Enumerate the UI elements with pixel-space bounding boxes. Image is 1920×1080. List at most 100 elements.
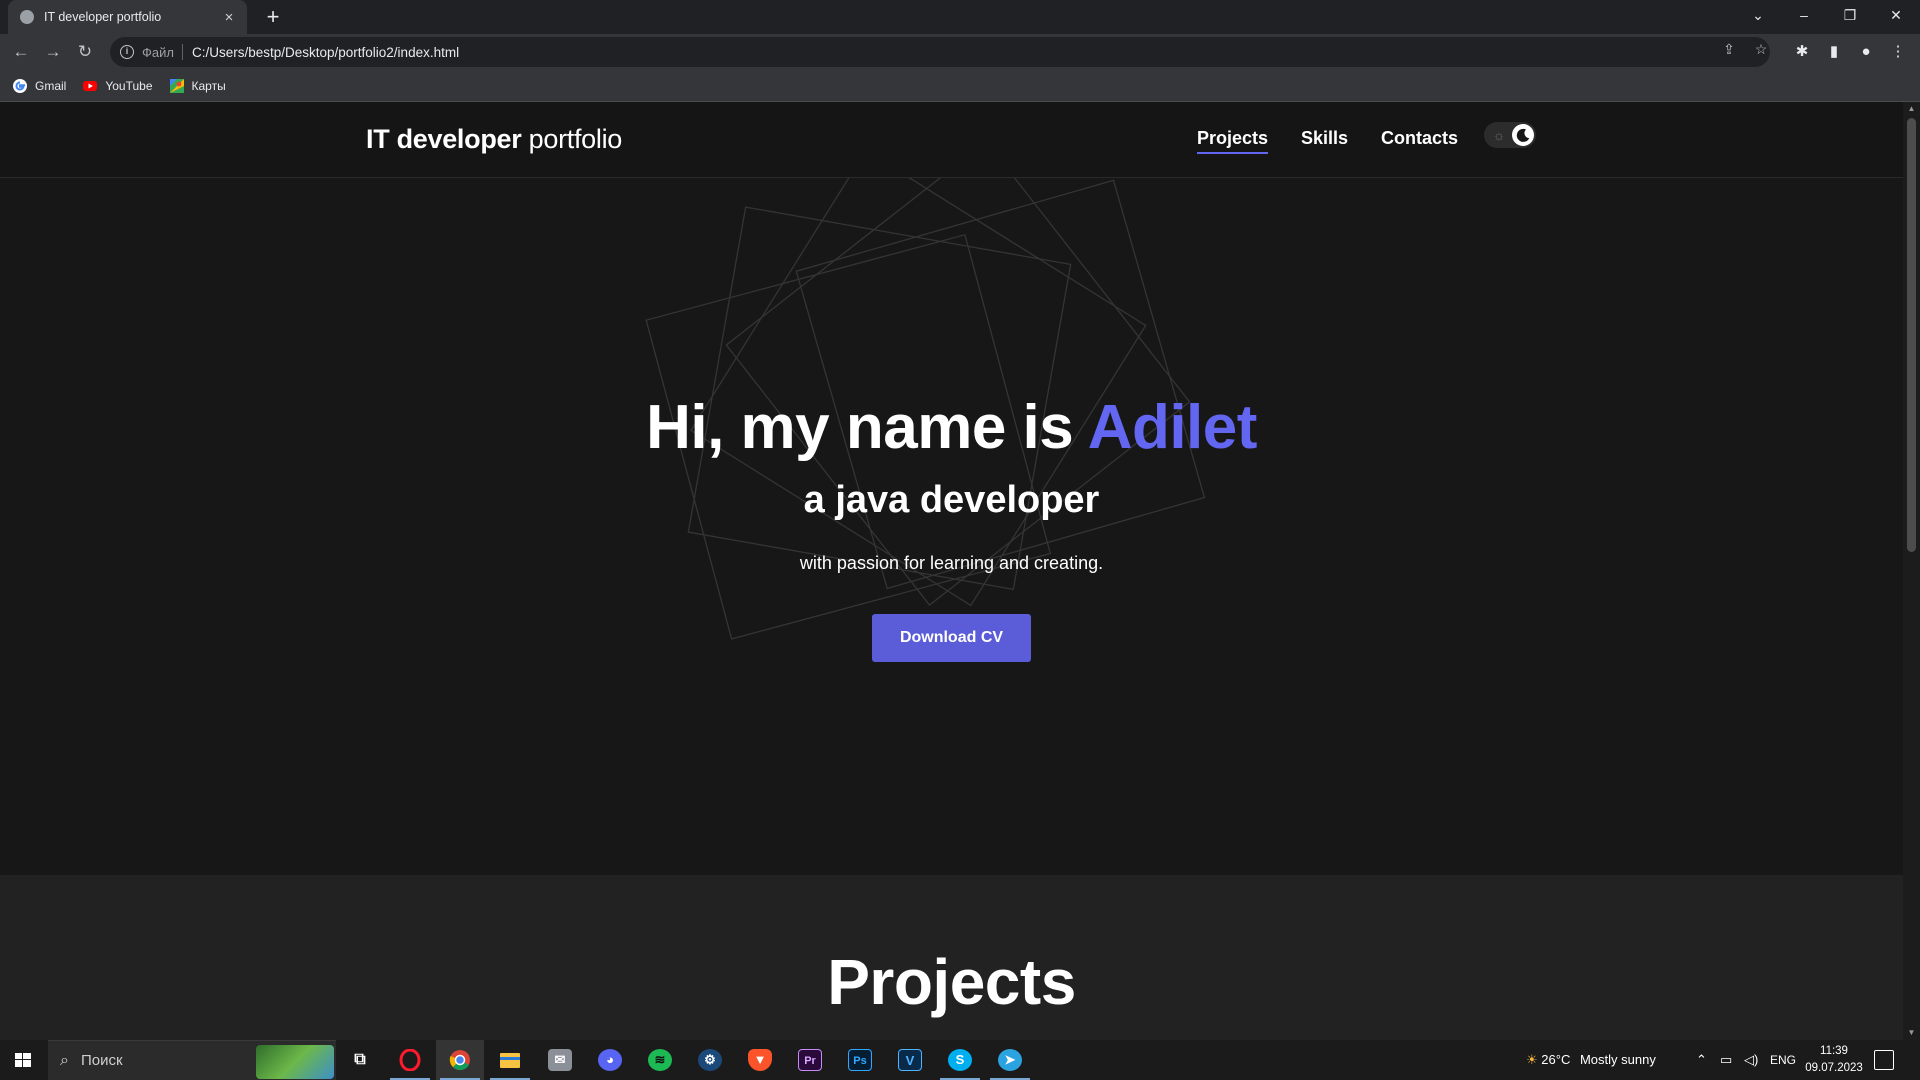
- hero-subtitle: a java developer: [803, 479, 1100, 521]
- premiere-icon: Pr: [798, 1049, 822, 1071]
- site-header: IT developer portfolio Projects Skills C…: [0, 102, 1903, 178]
- taskbar-vegas[interactable]: V: [886, 1040, 934, 1080]
- skype-icon: S: [948, 1049, 972, 1071]
- weather-widget[interactable]: ☀ 26°C Mostly sunny: [1526, 1040, 1656, 1080]
- decorative-squares: [645, 178, 1206, 640]
- nav-projects[interactable]: Projects: [1197, 128, 1269, 154]
- network-icon[interactable]: ▭: [1720, 1040, 1732, 1080]
- hero-title: Hi, my name is Adilet: [0, 392, 1903, 463]
- file-scheme-label: Файл: [142, 44, 174, 60]
- scroll-down-icon[interactable]: ▼: [1903, 1026, 1920, 1040]
- taskbar-steam[interactable]: ⚙: [686, 1040, 734, 1080]
- page-viewport: IT developer portfolio Projects Skills C…: [0, 102, 1903, 1040]
- browser-toolbar: ← → ↻ i Файл C:/Users/bestp/Desktop/port…: [0, 34, 1920, 70]
- windows-start-button[interactable]: [0, 1040, 46, 1080]
- restore-button[interactable]: ❐: [1828, 0, 1872, 30]
- maps-icon: [169, 78, 185, 94]
- sun-icon: ☼: [1492, 127, 1506, 143]
- address-bar[interactable]: i Файл C:/Users/bestp/Desktop/portfolio2…: [110, 37, 1770, 67]
- site-logo[interactable]: IT developer portfolio: [366, 124, 622, 155]
- steam-icon: ⚙: [698, 1049, 722, 1071]
- taskbar-brave[interactable]: ▼: [736, 1040, 784, 1080]
- reload-button[interactable]: ↻: [74, 41, 96, 63]
- download-cv-button[interactable]: Download CV: [872, 614, 1031, 662]
- windows-icon: [15, 1053, 31, 1067]
- logo-light-text: portfolio: [528, 124, 623, 154]
- globe-icon: [20, 10, 34, 24]
- folder-icon: [498, 1049, 522, 1071]
- browser-tab-strip: IT developer portfolio × + ⌄ – ❐ ✕: [0, 0, 1920, 34]
- weather-icon: ☀: [1526, 1052, 1538, 1067]
- nav-skills[interactable]: Skills: [1301, 128, 1348, 149]
- side-panel-icon[interactable]: ▮: [1823, 41, 1845, 63]
- notifications-icon[interactable]: [1874, 1050, 1894, 1070]
- page-scrollbar[interactable]: ▲ ▼: [1903, 102, 1920, 1040]
- share-icon[interactable]: ⇪: [1720, 40, 1738, 58]
- taskbar-discord[interactable]: ◕: [586, 1040, 634, 1080]
- extensions-icon[interactable]: ✱: [1791, 41, 1813, 63]
- search-icon: ⌕: [60, 1051, 69, 1069]
- taskbar-mail[interactable]: ✉: [536, 1040, 584, 1080]
- task-view-button[interactable]: ⧉: [336, 1040, 384, 1080]
- bookmark-youtube[interactable]: YouTube: [82, 78, 153, 94]
- tab-search-icon[interactable]: ⌄: [1736, 0, 1780, 30]
- telegram-icon: ➤: [998, 1049, 1022, 1071]
- task-view-icon: ⧉: [354, 1051, 366, 1068]
- chrome-icon: [448, 1049, 472, 1071]
- bookmarks-bar: Gmail YouTube Карты: [0, 70, 1920, 102]
- clock-date: 09.07.2023: [1805, 1062, 1863, 1074]
- language-indicator[interactable]: ENG: [1770, 1040, 1796, 1080]
- theme-toggle[interactable]: ☼: [1484, 122, 1536, 148]
- search-placeholder: Поиск: [80, 1052, 123, 1069]
- moon-icon: [1512, 124, 1534, 146]
- taskbar-spotify[interactable]: ≋: [636, 1040, 684, 1080]
- url-text[interactable]: C:/Users/bestp/Desktop/portfolio2/index.…: [192, 45, 459, 60]
- weather-text: Mostly sunny: [1579, 1052, 1656, 1067]
- bookmark-gmail[interactable]: Gmail: [12, 78, 66, 94]
- back-button[interactable]: ←: [10, 41, 32, 63]
- close-window-button[interactable]: ✕: [1874, 0, 1918, 30]
- hero-name: Adilet: [1087, 393, 1258, 462]
- opera-icon: [398, 1048, 422, 1072]
- clock-time: 11:39: [1820, 1045, 1848, 1057]
- taskbar-photoshop[interactable]: Ps: [836, 1040, 884, 1080]
- volume-icon[interactable]: ◁): [1744, 1040, 1758, 1080]
- tab-title: IT developer portfolio: [44, 10, 162, 24]
- bookmark-star-icon[interactable]: ☆: [1752, 40, 1770, 58]
- divider: [181, 44, 183, 60]
- taskbar-opera[interactable]: [386, 1040, 434, 1080]
- site-info-icon[interactable]: i: [120, 45, 134, 59]
- tab-close-icon[interactable]: ×: [221, 9, 237, 26]
- new-tab-button[interactable]: +: [259, 3, 287, 31]
- forward-button[interactable]: →: [42, 41, 64, 63]
- hero-tagline: with passion for learning and creating.: [799, 553, 1104, 573]
- taskbar-search[interactable]: ⌕ Поиск: [48, 1040, 336, 1080]
- browser-tab[interactable]: IT developer portfolio ×: [8, 0, 247, 34]
- taskbar-chrome[interactable]: [436, 1040, 484, 1080]
- taskbar-premiere[interactable]: Pr: [786, 1040, 834, 1080]
- photoshop-icon: Ps: [848, 1049, 872, 1071]
- bookmark-maps[interactable]: Карты: [169, 78, 226, 94]
- menu-icon[interactable]: ⋮: [1887, 41, 1909, 63]
- profile-icon[interactable]: ●: [1855, 41, 1877, 63]
- brave-icon: ▼: [748, 1049, 772, 1071]
- gmail-icon: [12, 78, 28, 94]
- search-highlight-image: [256, 1045, 334, 1079]
- minimize-button[interactable]: –: [1782, 0, 1826, 30]
- taskbar-skype[interactable]: S: [936, 1040, 984, 1080]
- taskbar: ⌕ Поиск ⧉ ✉ ◕ ≋ ⚙ ▼ Pr Ps V S ➤ ☀ 26°C M…: [0, 1040, 1920, 1080]
- hero-title-prefix: Hi, my name is: [646, 393, 1088, 462]
- logo-bold-text: IT developer: [366, 124, 522, 154]
- projects-heading: Projects: [827, 946, 1076, 1018]
- taskbar-file-explorer[interactable]: [486, 1040, 534, 1080]
- nav-contacts[interactable]: Contacts: [1381, 128, 1458, 149]
- tray-overflow-icon[interactable]: ⌃: [1696, 1040, 1707, 1080]
- mail-icon: ✉: [548, 1049, 572, 1071]
- scroll-thumb[interactable]: [1907, 118, 1916, 552]
- hero-section: Hi, my name is Adilet a java developer w…: [0, 178, 1903, 875]
- spotify-icon: ≋: [648, 1049, 672, 1071]
- taskbar-telegram[interactable]: ➤: [986, 1040, 1034, 1080]
- vegas-icon: V: [898, 1049, 922, 1071]
- system-clock[interactable]: 11:39 09.07.2023: [1800, 1043, 1868, 1077]
- scroll-up-icon[interactable]: ▲: [1903, 102, 1920, 116]
